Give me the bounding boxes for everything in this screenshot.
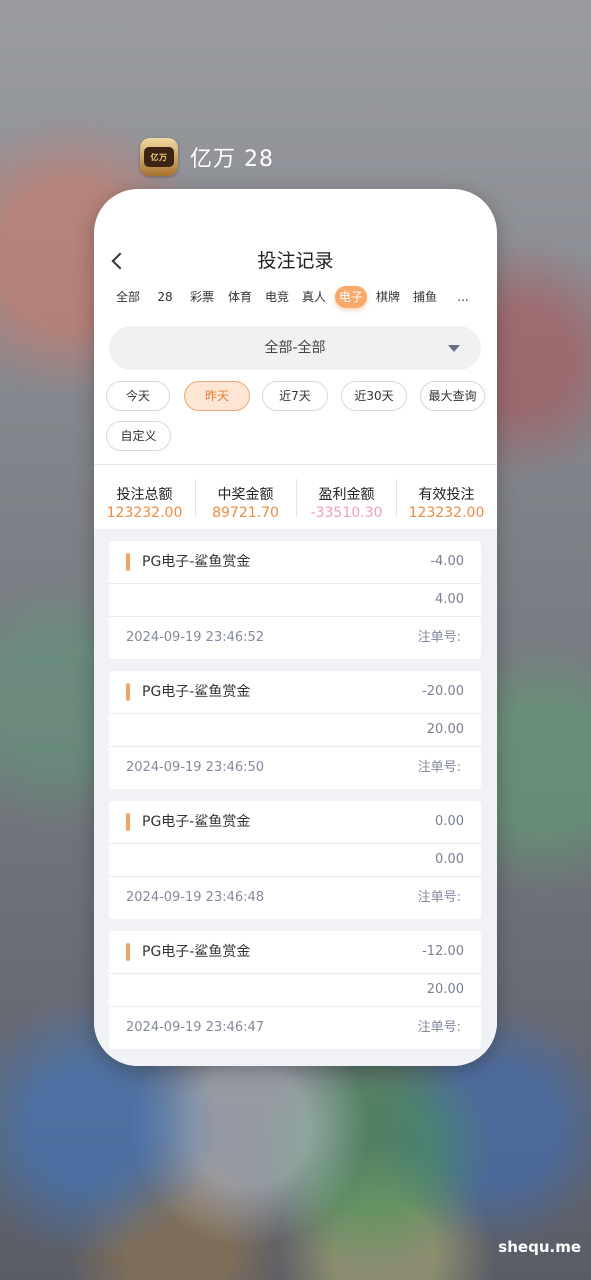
filter-select-value: 全部-全部 (264, 340, 326, 356)
record-profit: -12.00 (422, 944, 464, 959)
app-preview-card[interactable]: 投注记录 全部 28 彩票 体育 电竞 真人 电子 棋牌 捕鱼 ... 全部-全… (94, 189, 497, 1066)
record-order-label: 注单号: (417, 1020, 461, 1035)
stat-label: 有效投注 (418, 487, 475, 503)
stat-valid-bet: 有效投注 123232.00 (396, 465, 497, 521)
record-bet: 0.00 (435, 852, 464, 867)
caret-down-icon (448, 345, 460, 352)
record-game-name: PG电子-鲨鱼赏金 (142, 684, 251, 700)
record-footer: 2024-09-19 23:46:47 注单号: (109, 1007, 481, 1049)
record-order-label: 注单号: (417, 760, 461, 775)
record-time: 2024-09-19 23:46:50 (126, 760, 265, 775)
record-game-name: PG电子-鲨鱼赏金 (142, 814, 251, 830)
tab-28[interactable]: 28 (153, 286, 177, 308)
stat-win-amount: 中奖金额 89721.70 (195, 465, 296, 521)
record-bet: 4.00 (435, 592, 464, 607)
tab-sports[interactable]: 体育 (225, 286, 255, 308)
record-profit: -4.00 (430, 554, 464, 569)
stat-value: 89721.70 (212, 505, 279, 521)
tab-fishing[interactable]: 捕鱼 (410, 286, 440, 308)
record-bet-row: 0.00 (109, 844, 481, 877)
date-filter-7days[interactable]: 近7天 (262, 381, 328, 411)
stat-total-bet: 投注总额 123232.00 (94, 465, 195, 521)
record-item[interactable]: PG电子-鲨鱼赏金 -12.00 20.00 2024-09-19 23:46:… (109, 931, 481, 1049)
stat-value: 123232.00 (408, 505, 485, 521)
date-filter-custom[interactable]: 自定义 (106, 421, 171, 451)
record-time: 2024-09-19 23:46:47 (126, 1020, 265, 1035)
record-header: PG电子-鲨鱼赏金 -4.00 (109, 541, 481, 584)
record-profit: -20.00 (422, 684, 464, 699)
record-item[interactable]: PG电子-鲨鱼赏金 -4.00 4.00 2024-09-19 23:46:52… (109, 541, 481, 659)
app-logo-icon[interactable]: 亿万 (140, 138, 178, 176)
tab-all[interactable]: 全部 (114, 286, 142, 308)
tab-chess[interactable]: 棋牌 (373, 286, 403, 308)
record-time: 2024-09-19 23:46:48 (126, 890, 265, 905)
stat-label: 投注总额 (116, 487, 173, 503)
record-header: PG电子-鲨鱼赏金 0.00 (109, 801, 481, 844)
date-filter-30days[interactable]: 近30天 (341, 381, 407, 411)
accent-bar (126, 943, 130, 961)
record-bet-row: 4.00 (109, 584, 481, 617)
stat-profit: 盈利金额 -33510.30 (296, 465, 397, 521)
record-item[interactable]: PG电子-鲨鱼赏金 0.00 0.00 2024-09-19 23:46:48 … (109, 801, 481, 919)
date-filter-yesterday[interactable]: 昨天 (184, 381, 250, 411)
record-footer: 2024-09-19 23:46:50 注单号: (109, 747, 481, 789)
record-footer: 2024-09-19 23:46:52 注单号: (109, 617, 481, 659)
record-bet: 20.00 (426, 982, 464, 997)
accent-bar (126, 553, 130, 571)
stat-label: 盈利金额 (318, 487, 375, 503)
date-filter-today[interactable]: 今天 (106, 381, 170, 411)
page-title: 投注记录 (257, 250, 334, 272)
tab-esports[interactable]: 电竞 (262, 286, 292, 308)
record-profit: 0.00 (435, 814, 464, 829)
record-item[interactable]: PG电子-鲨鱼赏金 -20.00 20.00 2024-09-19 23:46:… (109, 671, 481, 789)
record-footer: 2024-09-19 23:46:48 注单号: (109, 877, 481, 919)
app-name: 亿万 28 (190, 147, 274, 172)
app-switcher-label[interactable]: 亿万 亿万 28 (140, 138, 274, 176)
category-tabs: 全部 28 彩票 体育 电竞 真人 电子 棋牌 捕鱼 ... (94, 286, 497, 310)
stat-value: -33510.30 (310, 505, 383, 521)
tab-live[interactable]: 真人 (299, 286, 329, 308)
record-game-name: PG电子-鲨鱼赏金 (142, 554, 251, 570)
accent-bar (126, 813, 130, 831)
record-order-label: 注单号: (417, 630, 461, 645)
header: 投注记录 (94, 249, 497, 273)
filter-select[interactable]: 全部-全部 (109, 326, 481, 370)
tab-more[interactable]: ... (452, 286, 474, 308)
date-filter-max[interactable]: 最大查询 (420, 381, 485, 411)
watermark: shequ.me (498, 1238, 581, 1256)
tab-electronic[interactable]: 电子 (335, 286, 367, 308)
record-header: PG电子-鲨鱼赏金 -20.00 (109, 671, 481, 714)
record-list[interactable]: PG电子-鲨鱼赏金 -4.00 4.00 2024-09-19 23:46:52… (94, 529, 497, 1066)
record-header: PG电子-鲨鱼赏金 -12.00 (109, 931, 481, 974)
stats-summary: 投注总额 123232.00 中奖金额 89721.70 盈利金额 -33510… (94, 465, 497, 529)
record-time: 2024-09-19 23:46:52 (126, 630, 265, 645)
record-bet-row: 20.00 (109, 714, 481, 747)
record-order-label: 注单号: (417, 890, 461, 905)
record-bet-row: 20.00 (109, 974, 481, 1007)
stat-label: 中奖金额 (217, 487, 274, 503)
stat-value: 123232.00 (106, 505, 183, 521)
tab-lottery[interactable]: 彩票 (187, 286, 217, 308)
record-game-name: PG电子-鲨鱼赏金 (142, 944, 251, 960)
accent-bar (126, 683, 130, 701)
record-bet: 20.00 (426, 722, 464, 737)
